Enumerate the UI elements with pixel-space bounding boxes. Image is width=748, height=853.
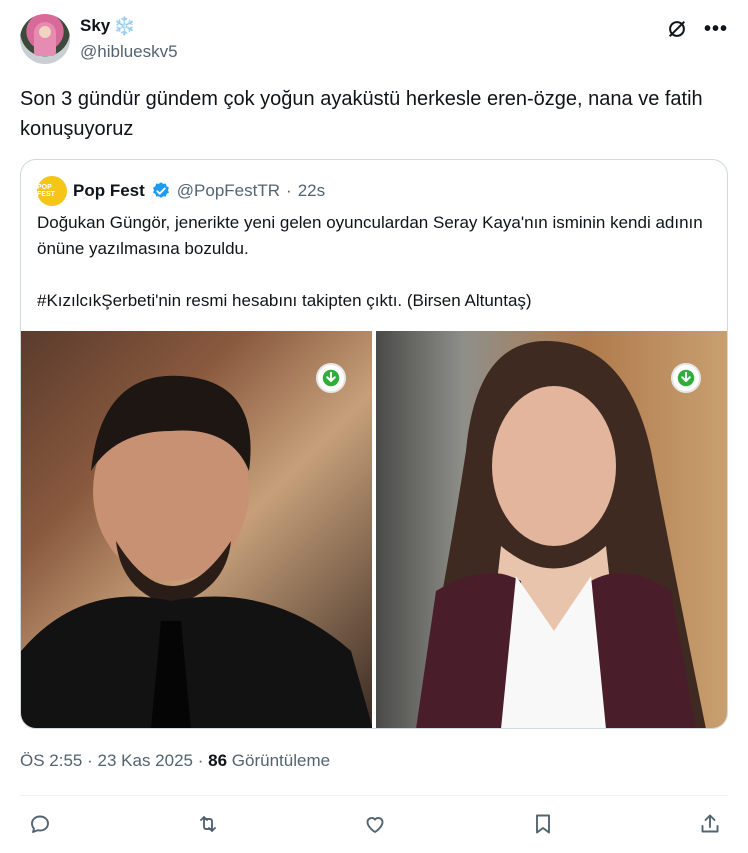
- author-display-name[interactable]: Sky: [80, 16, 110, 36]
- tweet-header: Sky ❄️ @hiblueskv5 •••: [20, 14, 728, 66]
- tweet-text: Son 3 gündür gündem çok yoğun ayaküstü h…: [20, 88, 703, 140]
- quoted-time[interactable]: 22s: [298, 181, 325, 201]
- tweet-time[interactable]: ÖS 2:55: [20, 751, 82, 770]
- more-icon[interactable]: •••: [704, 19, 728, 39]
- media-photo-1[interactable]: [21, 331, 372, 728]
- retweet-icon: [199, 816, 216, 832]
- quoted-separator: ·: [286, 181, 292, 200]
- retweet-button[interactable]: [194, 810, 222, 838]
- like-button[interactable]: [361, 810, 389, 838]
- snowflake-emoji: ❄️: [113, 16, 136, 36]
- like-icon: [366, 817, 384, 833]
- header-actions: •••: [666, 18, 728, 40]
- share-icon: [701, 814, 719, 833]
- author-avatar[interactable]: [20, 14, 70, 64]
- bookmark-button[interactable]: [529, 810, 557, 838]
- author-name-row[interactable]: Sky ❄️: [80, 16, 136, 36]
- quoted-tweet-header: POP FEST Pop Fest @PopFestTR · 22s: [37, 176, 325, 206]
- views-label: Görüntüleme: [231, 751, 331, 770]
- photo-2-illustration: [416, 341, 706, 728]
- quoted-tweet[interactable]: POP FEST Pop Fest @PopFestTR · 22s Doğuk…: [20, 159, 728, 729]
- quoted-media-grid: [21, 331, 727, 728]
- download-icon[interactable]: [671, 363, 701, 393]
- quoted-author-name[interactable]: Pop Fest: [73, 181, 145, 201]
- quoted-tweet-text: Doğukan Güngör, jenerikte yeni gelen oyu…: [37, 213, 703, 310]
- meta-separator: ·: [87, 751, 93, 770]
- quoted-author-avatar[interactable]: POP FEST: [37, 176, 67, 206]
- views-count: 86: [208, 751, 228, 770]
- quoted-avatar-logo-text: POP FEST: [37, 184, 55, 198]
- share-button[interactable]: [696, 810, 724, 838]
- reply-icon: [31, 815, 49, 833]
- bookmark-icon: [535, 814, 550, 834]
- download-icon[interactable]: [316, 363, 346, 393]
- author-handle[interactable]: @hiblueskv5: [80, 42, 178, 62]
- quoted-author-handle[interactable]: @PopFestTR: [177, 181, 280, 201]
- tweet-actions: [20, 806, 728, 842]
- photo-1-illustration: [21, 375, 372, 728]
- actions-divider: [20, 795, 728, 796]
- tweet-date[interactable]: 23 Kas 2025: [98, 751, 193, 770]
- reply-button[interactable]: [26, 810, 54, 838]
- tweet-meta: ÖS 2:55 · 23 Kas 2025 · 86 Görüntüleme: [20, 751, 330, 771]
- meta-separator: ·: [197, 751, 204, 770]
- verified-badge-icon: [152, 182, 169, 198]
- media-photo-2[interactable]: [376, 331, 727, 728]
- grok-icon[interactable]: [666, 18, 688, 40]
